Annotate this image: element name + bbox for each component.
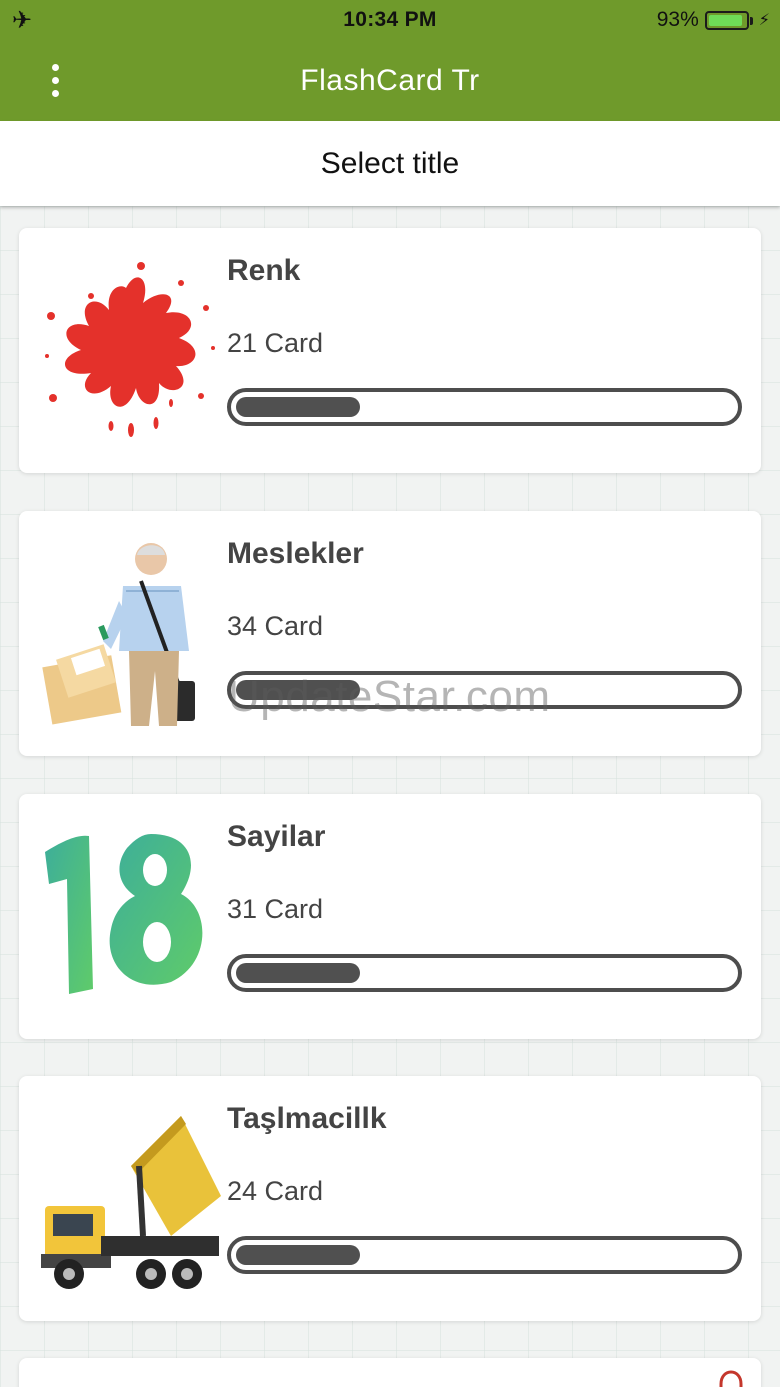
card-count: 34 Card	[227, 611, 324, 641]
paint-splash-icon	[45, 262, 215, 437]
progress-fill	[236, 680, 361, 700]
app-bar: FlashCard Tr	[0, 40, 780, 121]
app-title: FlashCard Tr	[300, 63, 480, 97]
card-title: Sayilar	[227, 820, 326, 853]
progress-bar	[227, 1236, 742, 1274]
status-bar: ✈ 10:34 PM 93% ⚡	[0, 0, 780, 40]
card-count: 21 Card	[227, 328, 324, 358]
select-title-header: Select title	[0, 121, 780, 206]
card-sayilar[interactable]: Sayilar 31 Card	[19, 794, 761, 1039]
battery-level	[708, 14, 743, 26]
battery-percent: 93%	[656, 8, 699, 31]
progress-bar	[227, 671, 742, 709]
card-meslekler[interactable]: Meslekler 34 Card	[19, 511, 761, 756]
progress-fill	[236, 397, 361, 417]
progress-bar	[227, 388, 742, 426]
progress-fill	[236, 963, 361, 983]
battery-icon	[704, 10, 753, 30]
page-title: Select title	[320, 146, 460, 180]
number-18-icon	[45, 834, 203, 994]
card-title: Meslekler	[227, 537, 364, 570]
card-count: 31 Card	[227, 894, 324, 924]
card-count: 24 Card	[227, 1176, 324, 1206]
more-vertical-icon[interactable]	[36, 60, 74, 100]
dump-truck-icon	[41, 1116, 221, 1289]
progress-fill	[236, 1245, 361, 1265]
card-title: Taşlmacillk	[227, 1102, 387, 1135]
postman-icon	[42, 543, 195, 726]
card-partial[interactable]	[19, 1358, 761, 1387]
status-right: 93% ⚡	[657, 8, 770, 32]
progress-bar	[227, 954, 742, 992]
bell-icon[interactable]	[717, 1370, 745, 1387]
card-renk[interactable]: Renk 21 Card	[19, 228, 761, 473]
card-taslmacillk[interactable]: Taşlmacillk 24 Card	[19, 1076, 761, 1321]
card-title: Renk	[227, 254, 301, 287]
bolt-icon: ⚡	[758, 12, 770, 29]
